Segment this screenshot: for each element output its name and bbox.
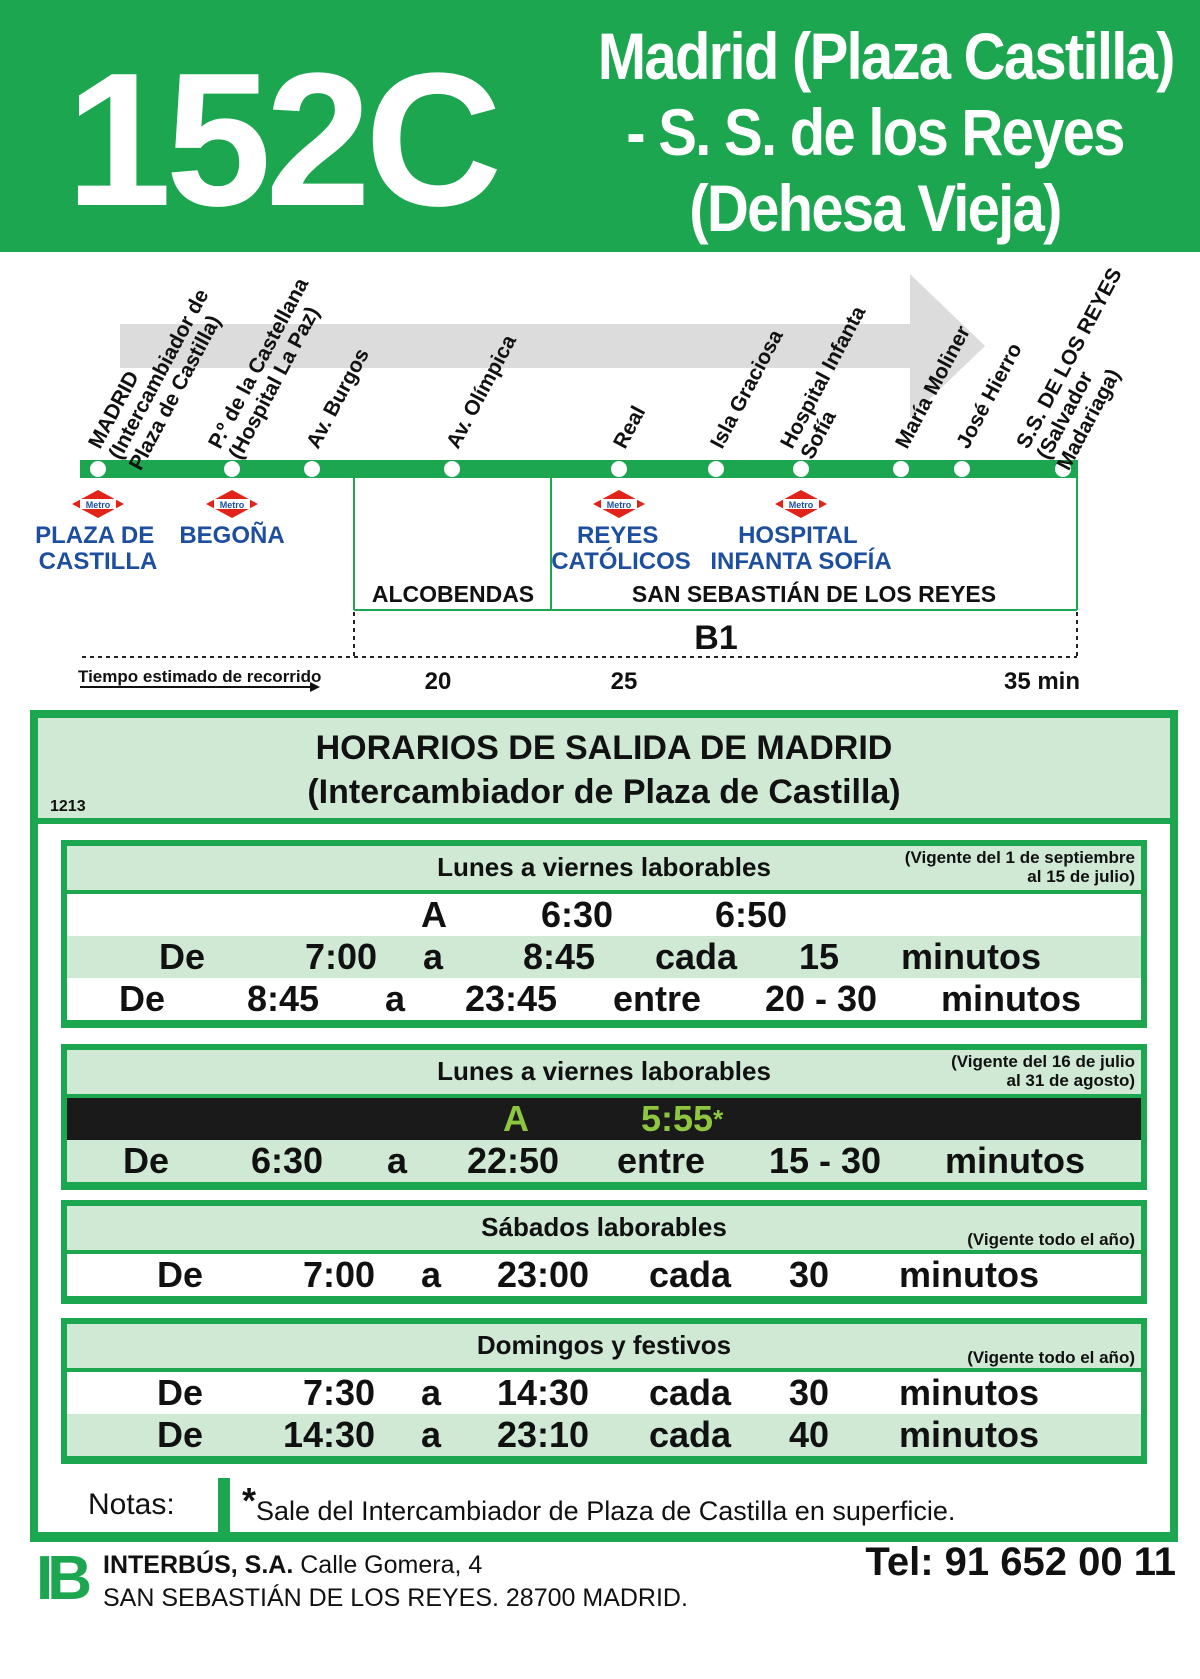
- zone-alcobendas: ALCOBENDAS: [372, 581, 534, 607]
- footnote-star: *: [713, 1104, 724, 1134]
- stop-label-hospital-infanta-sofia: Hospital Infanta Sofía: [776, 297, 893, 463]
- svg-text:Metro: Metro: [789, 500, 814, 510]
- metro-icon: Metro: [206, 490, 258, 518]
- time-ss-reyes: 25: [611, 668, 638, 695]
- route-title: Madrid (Plaza Castilla) - S. S. de los R…: [597, 18, 1176, 246]
- block-validity: (Vigente del 1 de septiembre al 15 de ju…: [904, 848, 1135, 886]
- schedule-row: De 7:00 a 8:45 cada 15 minutos: [67, 936, 1141, 978]
- schedule-body: Lunes a viernes laborables (Vigente del …: [38, 824, 1170, 1478]
- metro-icon: Metro: [593, 490, 645, 518]
- company-name: INTERBÚS, S.A.: [103, 1551, 294, 1579]
- travel-time-label: Tiempo estimado de recorrido: [78, 667, 321, 686]
- block-validity: (Vigente todo el año): [967, 1230, 1135, 1249]
- block-header: Sábados laborables (Vigente todo el año): [67, 1206, 1141, 1250]
- stop-dot: [893, 461, 909, 477]
- schedule-row: De 8:45 a 23:45 entre 20 - 30 minutos: [67, 978, 1141, 1020]
- stop-dot: [90, 461, 106, 477]
- notes-label-box: Notas:: [38, 1476, 218, 1532]
- schedule-block-weekday-summer: Lunes a viernes laborables (Vigente del …: [61, 1044, 1147, 1190]
- metro-icon: Metro: [775, 490, 827, 518]
- metro-icon: Metro: [72, 490, 124, 518]
- notes-star: *: [242, 1480, 257, 1521]
- fare-zone-box: [82, 612, 1078, 658]
- stop-dot: [444, 461, 460, 477]
- schedule-block-saturday: Sábados laborables (Vigente todo el año)…: [61, 1200, 1147, 1304]
- svg-text:Metro: Metro: [220, 500, 245, 510]
- schedule-row-highlight: A 5:55*: [67, 1098, 1141, 1140]
- block-header: Domingos y festivos (Vigente todo el año…: [67, 1324, 1141, 1368]
- metro-station-reyes-catolicos: REYES CATÓLICOS: [551, 522, 691, 575]
- schedule-header: HORARIOS DE SALIDA DE MADRID (Intercambi…: [38, 718, 1170, 818]
- interbus-logo: IB: [36, 1544, 92, 1613]
- block-header: Lunes a viernes laborables (Vigente del …: [67, 1050, 1141, 1094]
- zone-san-sebastian: SAN SEBASTIÁN DE LOS REYES: [632, 580, 996, 607]
- stop-dot: [793, 461, 809, 477]
- schedule-row: De 7:30 a 14:30 cada 30 minutos: [67, 1372, 1141, 1414]
- stop-label-ss-reyes: S.S. DE LOS REYES (Salvador Madariaga): [1012, 259, 1170, 474]
- stop-dot: [304, 461, 320, 477]
- schedule-row: A 6:30 6:50: [67, 894, 1141, 936]
- schedule-row: De 7:00 a 23:00 cada 30 minutos: [67, 1254, 1141, 1296]
- stop-dot: [611, 461, 627, 477]
- notes-box: * Sale del Intercambiador de Plaza de Ca…: [230, 1476, 1170, 1532]
- route-title-line-3: (Dehesa Vieja): [689, 171, 1062, 245]
- time-alcobendas: 20: [425, 668, 452, 695]
- route-number: 152C: [66, 34, 502, 246]
- notes-text: Sale del Intercambiador de Plaza de Cast…: [256, 1496, 956, 1526]
- block-validity: (Vigente todo el año): [967, 1348, 1135, 1367]
- stop-dot: [708, 461, 724, 477]
- stop-dot: [224, 461, 240, 477]
- schedule-block-sunday-holiday: Domingos y festivos (Vigente todo el año…: [61, 1318, 1147, 1464]
- svg-text:Metro: Metro: [86, 500, 111, 510]
- block-header: Lunes a viernes laborables (Vigente del …: [67, 846, 1141, 890]
- phone-number: Tel: 91 652 00 11: [865, 1540, 1176, 1584]
- route-map: MADRID (Intercambiador de Plaza de Casti…: [35, 259, 1170, 695]
- stop-dot: [954, 461, 970, 477]
- schedule-title: HORARIOS DE SALIDA DE MADRID (Intercambi…: [38, 726, 1170, 814]
- schedule-title-line-1: HORARIOS DE SALIDA DE MADRID: [315, 729, 893, 767]
- svg-text:Metro: Metro: [607, 500, 632, 510]
- schedule-panel: HORARIOS DE SALIDA DE MADRID (Intercambi…: [30, 710, 1178, 1542]
- schedule-code: 1213: [50, 798, 86, 815]
- schedule-block-weekday-winter: Lunes a viernes laborables (Vigente del …: [61, 840, 1147, 1028]
- notes-label: Notas:: [88, 1488, 175, 1521]
- company-line: INTERBÚS, S.A. Calle Gomera, 4: [103, 1551, 482, 1580]
- block-validity: (Vigente del 16 de julio al 31 de agosto…: [951, 1052, 1135, 1090]
- schedule-row: De 14:30 a 23:10 cada 40 minutos: [67, 1414, 1141, 1456]
- schedule-title-line-2: (Intercambiador de Plaza de Castilla): [307, 773, 901, 811]
- company-city: SAN SEBASTIÁN DE LOS REYES. 28700 MADRID…: [103, 1584, 688, 1612]
- metro-station-plaza-castilla: PLAZA DE CASTILLA: [35, 522, 161, 575]
- metro-station-hospital-infanta-sofia: HOSPITAL INFANTA SOFÍA: [710, 522, 891, 575]
- route-header: 152C Madrid (Plaza Castilla) - S. S. de …: [0, 0, 1200, 252]
- route-title-line-1: Madrid (Plaza Castilla): [597, 19, 1176, 93]
- company-address: Calle Gomera, 4: [300, 1551, 483, 1579]
- schedule-row: De 6:30 a 22:50 entre 15 - 30 minutos: [67, 1140, 1141, 1182]
- fare-zone-label: B1: [694, 619, 737, 657]
- stop-label-real: Real: [609, 402, 650, 452]
- route-title-line-2: - S. S. de los Reyes: [626, 95, 1125, 169]
- metro-station-begona: BEGOÑA: [179, 521, 284, 549]
- time-total: 35 min: [1004, 668, 1080, 695]
